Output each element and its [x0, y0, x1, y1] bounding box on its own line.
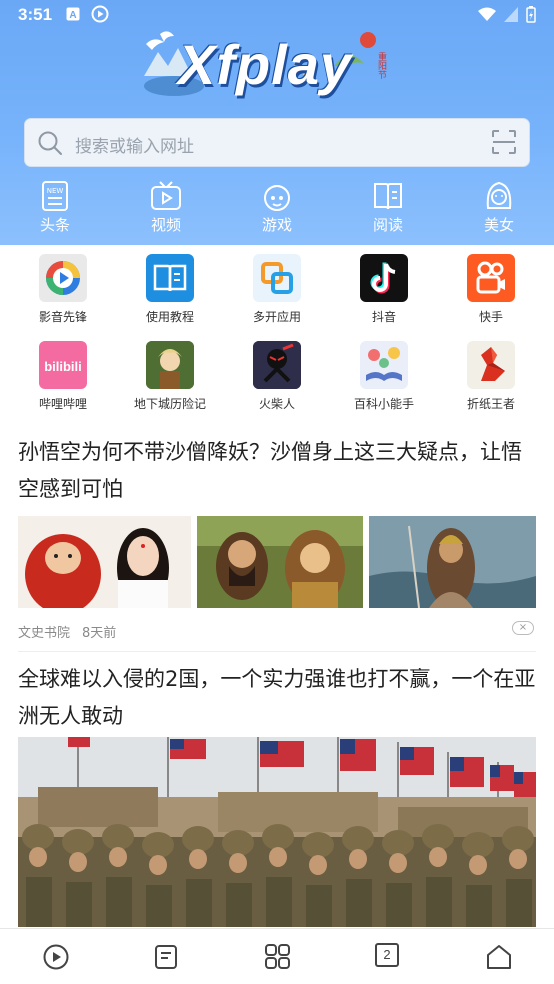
bilibili-app-icon: bilibili [39, 341, 87, 389]
bookmarks-icon[interactable] [153, 943, 181, 971]
battery-icon [526, 6, 536, 23]
multi-open-app-icon [253, 254, 301, 302]
apps-grid-icon[interactable] [264, 943, 292, 971]
bottom-nav: 2 [0, 928, 554, 984]
app-label: 哔哩哔哩 [38, 397, 87, 411]
news-source: 文史书院 [18, 626, 71, 641]
tab-count: 2 [375, 943, 399, 967]
header: 3:51 A Xfplay 重阳节 搜索或输入网址 NEW 头条 视频 游戏 阅… [0, 0, 554, 245]
dismiss-news-button[interactable]: × [512, 621, 534, 635]
quicknav-games[interactable]: 游戏 [237, 178, 317, 235]
news-thumbnail [18, 516, 191, 608]
app-label: 火柴人 [258, 397, 295, 411]
news-thumbnail [197, 516, 363, 608]
svg-text:bilibili: bilibili [44, 359, 82, 374]
logo-text: Xfplay [178, 33, 353, 96]
app-label: 多开应用 [252, 310, 301, 324]
feed-divider [18, 651, 536, 652]
a-notification-icon: A [66, 7, 80, 21]
baike-app-icon [360, 341, 408, 389]
status-right [478, 6, 536, 23]
tutorial-app-icon [146, 254, 194, 302]
app-label: 折纸王者 [466, 397, 515, 411]
search-icon [38, 131, 62, 155]
quicknav-video[interactable]: 视频 [126, 178, 206, 235]
news-thumbnail [369, 516, 536, 608]
logo-festival-text: 重阳节 [376, 52, 386, 79]
play-icon[interactable] [42, 943, 70, 971]
news-image-row[interactable] [18, 516, 536, 608]
app-kuaishou[interactable]: 快手 [436, 246, 546, 325]
stickman-app-icon [253, 341, 301, 389]
scan-icon[interactable] [492, 130, 516, 154]
game-icon [264, 185, 290, 211]
app-label: 快手 [478, 310, 503, 324]
app-label: 百科小能手 [353, 397, 414, 411]
app-bilibili[interactable]: bilibili 哔哩哔哩 [8, 333, 118, 412]
search-bar[interactable]: 搜索或输入网址 [24, 118, 530, 167]
douyin-app-icon [360, 254, 408, 302]
quicknav-reading[interactable]: 阅读 [348, 178, 428, 235]
news-icon: NEW [42, 181, 68, 211]
news-title[interactable]: 全球难以入侵的2国，一个实力强谁也打不赢，一个在亚洲无人敢动 [18, 661, 536, 735]
app-multi-open[interactable]: 多开应用 [222, 246, 332, 325]
quicknav-girls[interactable]: 美女 [459, 178, 539, 235]
yingyin-app-icon [39, 254, 87, 302]
quicknav-label: 美女 [483, 216, 514, 234]
quicknav-headlines[interactable]: NEW 头条 [15, 178, 95, 235]
kuaishou-app-icon [467, 254, 515, 302]
status-time: 3:51 [18, 5, 53, 24]
app-label: 抖音 [371, 310, 396, 324]
search-input[interactable]: 搜索或输入网址 [75, 132, 194, 157]
quicknav-label: 头条 [39, 216, 70, 234]
news-meta: 文史书院 8天前 [18, 622, 116, 641]
quicknav-label: 视频 [150, 216, 181, 234]
app-douyin[interactable]: 抖音 [329, 246, 439, 325]
app-label: 地下城历险记 [133, 397, 206, 411]
wifi-icon [478, 7, 496, 21]
app-grid: 影音先锋 使用教程 多开应用 抖音 快手 bilibili 哔哩哔哩 地下城历险… [0, 246, 554, 416]
play-notification-icon [91, 5, 109, 23]
tabs-button[interactable]: 2 [375, 943, 403, 971]
news-title[interactable]: 孙悟空为何不带沙僧降妖？沙僧身上这三大疑点，让悟空感到可怕 [18, 434, 536, 508]
news-time: 8天前 [82, 626, 117, 641]
quicknav-label: 游戏 [261, 216, 292, 234]
app-logo: Xfplay 重阳节 [134, 26, 392, 102]
svg-text:NEW: NEW [47, 187, 64, 195]
app-label: 使用教程 [145, 310, 194, 324]
signal-icon [504, 7, 518, 22]
app-origami[interactable]: 折纸王者 [436, 333, 546, 412]
quicknav-label: 阅读 [372, 216, 403, 234]
app-label: 影音先锋 [38, 310, 87, 324]
svg-text:A: A [69, 10, 76, 21]
home-icon[interactable] [485, 943, 513, 971]
app-stickman[interactable]: 火柴人 [222, 333, 332, 412]
app-yingyin[interactable]: 影音先锋 [8, 246, 118, 325]
app-tutorial[interactable]: 使用教程 [115, 246, 225, 325]
quick-nav: NEW 头条 视频 游戏 阅读 美女 [0, 178, 554, 244]
app-dungeon[interactable]: 地下城历险记 [115, 333, 225, 412]
app-baike[interactable]: 百科小能手 [329, 333, 439, 412]
origami-app-icon [467, 341, 515, 389]
news-hero-image[interactable] [18, 737, 536, 927]
book-icon [374, 183, 402, 210]
tv-icon [151, 181, 181, 210]
girl-icon [486, 181, 512, 209]
dungeon-app-icon [146, 341, 194, 389]
